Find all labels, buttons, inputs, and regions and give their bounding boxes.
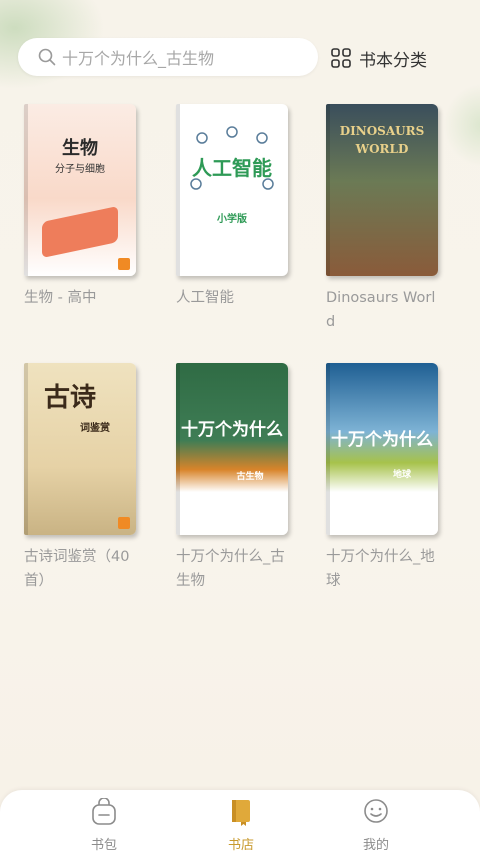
book-title: 十万个为什么_地球 (326, 549, 435, 589)
book-cover: 十万个为什么 地球 (326, 363, 438, 535)
book-cover: 十万个为什么 古生物 (176, 363, 288, 535)
search-placeholder: 十万个为什么_古生物 (62, 49, 215, 68)
book-cover: 古诗 词鉴赏 (24, 363, 136, 535)
book-icon (232, 800, 250, 826)
book-title: 生物 - 高中 (24, 290, 97, 306)
book-title: 十万个为什么_古生物 (176, 549, 285, 589)
top-bar: 十万个为什么_古生物 书本分类 (0, 38, 480, 80)
grid-icon (331, 48, 351, 68)
cover-title: 十万个为什么 (331, 430, 433, 450)
category-label: 书本分类 (359, 50, 427, 71)
cover-subtitle: 小学版 (217, 214, 247, 225)
cover-title: 古诗 (43, 383, 96, 413)
tab-label: 书包 (90, 838, 117, 853)
category-button[interactable]: 书本分类 (331, 46, 427, 71)
tab-bag[interactable]: 书包 (64, 797, 144, 853)
book-card-poems[interactable]: 古诗 词鉴赏 古诗词鉴赏（40首） (24, 363, 144, 593)
cover-subtitle: 古生物 (236, 472, 264, 482)
cover-title: 十万个为什么 (181, 420, 283, 440)
cover-title: 生物 (62, 138, 98, 159)
cover-subtitle: 词鉴赏 (80, 423, 110, 434)
tab-store[interactable]: 书店 (201, 798, 281, 853)
book-card-ai[interactable]: 人工智能 小学版 人工智能 (176, 104, 296, 310)
book-card-why-earth[interactable]: 十万个为什么 地球 十万个为什么_地球 (326, 363, 446, 593)
cover-subtitle: 分子与细胞 (55, 164, 105, 175)
cover-subtitle: 地球 (392, 470, 411, 480)
book-cover: DINOSAURS WORLD (326, 104, 438, 276)
book-title: 古诗词鉴赏（40首） (24, 549, 130, 589)
profile-icon (364, 799, 388, 823)
bottom-tab-bar: 书包 书店 我的 (0, 790, 480, 855)
cover-title: DINOSAURS WORLD (339, 124, 425, 156)
book-cover: 人工智能 小学版 (176, 104, 288, 276)
tab-profile[interactable]: 我的 (336, 798, 416, 853)
bag-icon (92, 797, 116, 825)
book-card-biology[interactable]: 生物 分子与细胞 生物 - 高中 (24, 104, 144, 310)
book-card-dinosaurs[interactable]: DINOSAURS WORLD Dinosaurs World (326, 104, 446, 334)
book-title: Dinosaurs World (326, 290, 436, 330)
search-icon (38, 48, 56, 66)
book-title: 人工智能 (176, 290, 234, 306)
book-cover: 生物 分子与细胞 (24, 104, 136, 276)
book-card-why-paleo[interactable]: 十万个为什么 古生物 十万个为什么_古生物 (176, 363, 296, 593)
search-input[interactable]: 十万个为什么_古生物 (18, 38, 318, 76)
tab-label: 书店 (227, 838, 254, 853)
decor-leaf-top-right (440, 80, 480, 170)
tab-label: 我的 (362, 838, 389, 853)
